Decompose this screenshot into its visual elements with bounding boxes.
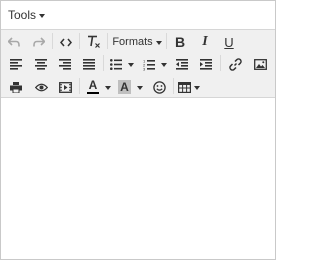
table-button[interactable]: [177, 77, 201, 97]
toolbar-separator: [79, 33, 80, 49]
text-color-glyph: A: [88, 78, 98, 92]
align-right-icon: [59, 59, 71, 70]
align-center-icon: [35, 59, 47, 70]
align-right-button[interactable]: [55, 55, 75, 75]
clear-formatting-icon: [88, 35, 100, 48]
toolbar-separator: [220, 55, 221, 71]
underline-icon: U: [224, 34, 234, 50]
tools-menu[interactable]: Tools: [8, 8, 46, 22]
emoticons-icon: [152, 80, 166, 94]
text-color-button[interactable]: A: [84, 77, 112, 97]
code-icon: [60, 38, 72, 46]
print-button[interactable]: [6, 77, 26, 97]
bullet-list-icon: [110, 59, 122, 70]
numbered-list-button[interactable]: 1 2 3: [140, 55, 168, 75]
toolbar: Formats B I U 1 2 3 A A: [1, 29, 275, 98]
toolbar-separator: [107, 33, 108, 49]
insert-link-button[interactable]: [224, 55, 246, 75]
insert-image-button[interactable]: [249, 55, 271, 75]
background-color-button[interactable]: A: [115, 77, 145, 97]
toolbar-separator: [103, 55, 104, 71]
chevron-down-icon: [194, 85, 200, 90]
chevron-down-icon: [39, 13, 46, 18]
toolbar-separator: [173, 78, 174, 94]
underline-button[interactable]: U: [218, 32, 240, 52]
justify-icon: [83, 59, 95, 70]
source-code-button[interactable]: [56, 32, 76, 52]
text-color-icon: A: [87, 78, 99, 94]
bold-button[interactable]: B: [169, 32, 191, 52]
image-icon: [253, 59, 267, 70]
emoticons-button[interactable]: [149, 77, 169, 97]
undo-button[interactable]: [4, 32, 24, 52]
background-color-icon: A: [118, 80, 131, 94]
formats-label: Formats: [112, 36, 153, 48]
chevron-down-icon: [128, 63, 134, 67]
svg-text:3: 3: [143, 66, 146, 71]
preview-button[interactable]: [31, 77, 51, 97]
indent-icon: [200, 59, 212, 70]
numbered-list-icon: 1 2 3: [143, 59, 155, 71]
outdent-icon: [176, 59, 188, 70]
bullet-list-button[interactable]: [107, 55, 135, 75]
outdent-button[interactable]: [172, 55, 192, 75]
chevron-down-icon: [161, 63, 167, 67]
redo-button[interactable]: [29, 32, 49, 52]
chevron-down-icon: [155, 40, 162, 45]
table-icon: [178, 81, 191, 93]
toolbar-row-3: A A: [1, 76, 275, 98]
toolbar-row-2: 1 2 3: [1, 53, 275, 76]
text-color-swatch: [87, 92, 99, 94]
insert-media-button[interactable]: [55, 77, 75, 97]
italic-button[interactable]: I: [194, 32, 216, 52]
italic-icon: I: [202, 34, 208, 49]
menubar: Tools: [1, 1, 275, 29]
align-center-button[interactable]: [31, 55, 51, 75]
toolbar-row-1: Formats B I U: [1, 31, 275, 53]
tools-menu-label: Tools: [8, 8, 37, 22]
toolbar-separator: [166, 33, 167, 49]
align-left-button[interactable]: [6, 55, 26, 75]
preview-icon: [34, 83, 48, 91]
editor-content-area[interactable]: [1, 99, 275, 259]
link-icon: [228, 58, 242, 71]
toolbar-separator: [52, 33, 53, 49]
print-icon: [10, 81, 22, 93]
formats-dropdown[interactable]: Formats: [111, 32, 163, 52]
justify-button[interactable]: [79, 55, 99, 75]
undo-icon: [8, 37, 20, 47]
chevron-down-icon: [105, 85, 111, 90]
clear-formatting-button[interactable]: [83, 32, 105, 52]
media-icon: [58, 81, 72, 93]
rich-text-editor: Tools Formats B I U 1 2 3 A A: [0, 0, 276, 260]
toolbar-separator: [79, 78, 80, 94]
bold-icon: B: [174, 34, 186, 50]
indent-button[interactable]: [196, 55, 216, 75]
background-color-glyph: A: [120, 80, 129, 94]
chevron-down-icon: [137, 85, 143, 90]
redo-icon: [33, 37, 45, 47]
align-left-icon: [10, 59, 22, 70]
